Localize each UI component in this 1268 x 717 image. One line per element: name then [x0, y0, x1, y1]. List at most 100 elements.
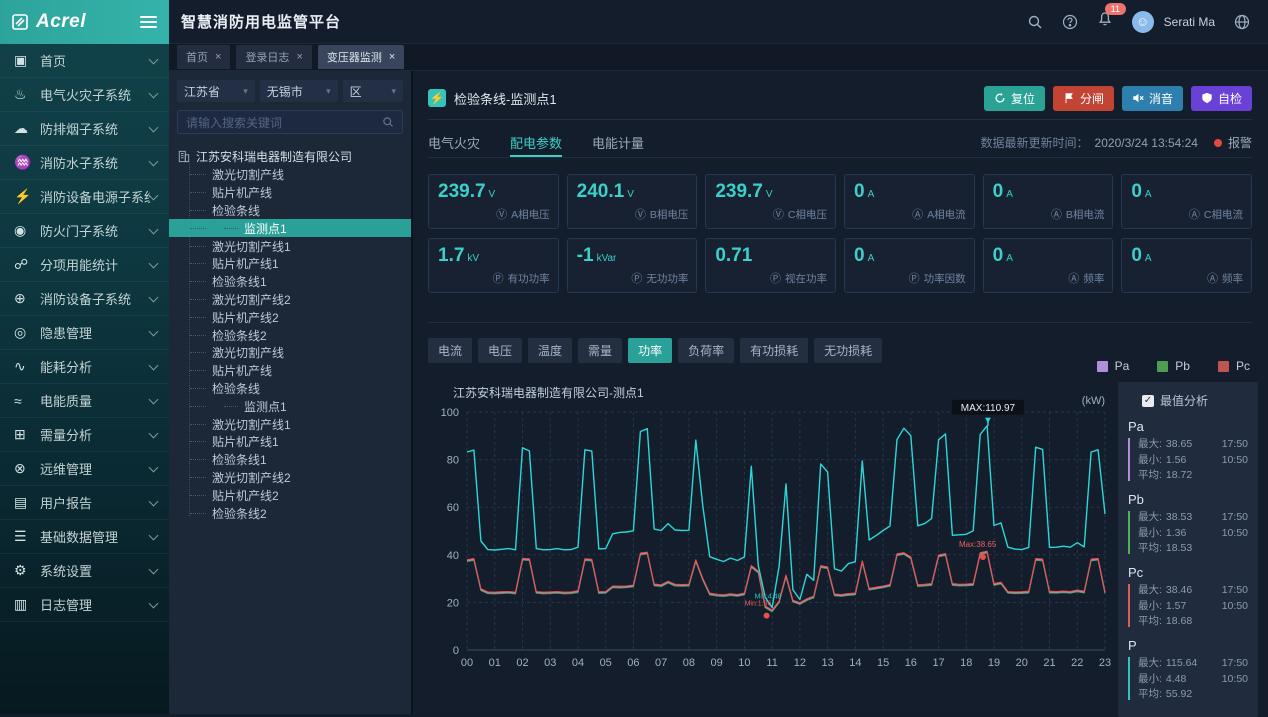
province-select[interactable]: 江苏省▾	[177, 80, 255, 102]
param-tab[interactable]: 电能计量	[592, 128, 644, 157]
device-tree-panel: 江苏省▾ 无锡市▾ 区▾ 请输入搜索关键词 江苏安科瑞电器制造有限公司 激光切割…	[169, 71, 413, 714]
chart-tab[interactable]: 温度	[528, 338, 572, 363]
tree-node[interactable]: 激光切割产线	[169, 344, 411, 362]
trip-button[interactable]: 分闸	[1053, 86, 1114, 111]
param-tab[interactable]: 电气火灾	[428, 128, 480, 157]
fire-door-icon: ◉	[14, 222, 40, 239]
svg-text:12: 12	[794, 657, 806, 669]
extremes-checkbox[interactable]: ✓ 最值分析	[1142, 392, 1248, 409]
menu-toggle-icon[interactable]	[140, 16, 157, 28]
chevron-down-icon	[149, 122, 159, 132]
tree-node[interactable]: 检验条线2	[169, 504, 411, 522]
user-name[interactable]: Serati Ma	[1164, 15, 1215, 29]
stat-group: Pa 最大:38.6517:50最小:1.5610:50平均:18.72	[1128, 419, 1248, 481]
reset-button[interactable]: 复位	[984, 86, 1045, 111]
metric-card: 0A Ⓐ频率	[1121, 238, 1252, 293]
help-icon[interactable]	[1062, 14, 1078, 30]
legend-item[interactable]: Pb	[1157, 359, 1190, 373]
sidebar-item-15[interactable]: ☰ 基础数据管理	[0, 520, 169, 554]
tree-node[interactable]: 激光切割产线	[169, 166, 411, 184]
tree-search-input[interactable]: 请输入搜索关键词	[177, 110, 403, 134]
content-tab[interactable]: 登录日志 ×	[236, 45, 311, 69]
tree-node[interactable]: 贴片机产线1	[169, 433, 411, 451]
tree-node[interactable]: 贴片机产线2	[169, 308, 411, 326]
hazard-icon: ◎	[14, 324, 40, 341]
content-tab[interactable]: 首页 ×	[177, 45, 230, 69]
search-icon[interactable]	[1027, 14, 1043, 30]
tree-node[interactable]: 检验条线1	[169, 273, 411, 291]
mute-button[interactable]: 消音	[1122, 86, 1183, 111]
legend-item[interactable]: Pa	[1097, 359, 1130, 373]
tree-node[interactable]: 检验条线	[169, 380, 411, 398]
sidebar-item-12[interactable]: ⊞ 需量分析	[0, 418, 169, 452]
chart-tab[interactable]: 有功损耗	[740, 338, 808, 363]
close-icon[interactable]: ×	[215, 51, 221, 63]
chart-tab[interactable]: 电压	[478, 338, 522, 363]
close-icon[interactable]: ×	[389, 51, 395, 63]
sidebar-item-10[interactable]: ∿ 能耗分析	[0, 350, 169, 384]
sidebar-item-17[interactable]: ▥ 日志管理	[0, 588, 169, 622]
self-check-button[interactable]: 自检	[1191, 86, 1252, 111]
tree-node[interactable]: 激光切割产线2	[169, 469, 411, 487]
sidebar-item-8[interactable]: ⊕ 消防设备子系统	[0, 282, 169, 316]
tree-node[interactable]: 贴片机产线1	[169, 255, 411, 273]
device-tree: 江苏安科瑞电器制造有限公司 激光切割产线贴片机产线检验条线监测点1激光切割产线1…	[169, 147, 411, 522]
close-icon[interactable]: ×	[296, 51, 302, 63]
svg-text:23: 23	[1099, 657, 1111, 669]
param-tab[interactable]: 配电参数	[510, 128, 562, 157]
svg-text:06: 06	[627, 657, 639, 669]
tree-node[interactable]: 贴片机产线	[169, 184, 411, 202]
sidebar-item-9[interactable]: ◎ 隐患管理	[0, 316, 169, 350]
tree-node[interactable]: 激光切割产线1	[169, 237, 411, 255]
tree-node[interactable]: 贴片机产线2	[169, 486, 411, 504]
sidebar-item-13[interactable]: ⊗ 远维管理	[0, 452, 169, 486]
search-icon[interactable]	[382, 116, 394, 128]
sidebar-item-16[interactable]: ⚙ 系统设置	[0, 554, 169, 588]
acrel-logo-icon	[10, 12, 30, 32]
sidebar-item-5[interactable]: ⚡ 消防设备电源子系统	[0, 180, 169, 214]
unit-circle-icon: Ⓐ	[1068, 273, 1079, 285]
settings-icon: ⚙	[14, 562, 40, 579]
tree-node[interactable]: 检验条线1	[169, 451, 411, 469]
unit-circle-icon: Ⓟ	[493, 273, 504, 285]
tree-node[interactable]: 检验条线2	[169, 326, 411, 344]
shield-icon	[1201, 92, 1213, 104]
chart-tab[interactable]: 无功损耗	[814, 338, 882, 363]
sidebar-item-2[interactable]: ♨ 电气火灾子系统	[0, 78, 169, 112]
sidebar-item-11[interactable]: ≈ 电能质量	[0, 384, 169, 418]
district-select[interactable]: 区▾	[343, 80, 403, 102]
fire-water-icon: ♒	[14, 154, 40, 171]
chart-tab[interactable]: 电流	[428, 338, 472, 363]
notifications[interactable]: 11	[1097, 11, 1113, 32]
svg-text:00: 00	[461, 657, 473, 669]
sidebar-item-3[interactable]: ☁ 防排烟子系统	[0, 112, 169, 146]
tree-node[interactable]: 监测点1	[169, 219, 411, 237]
tree-node[interactable]: 监测点1	[169, 397, 411, 415]
legend-item[interactable]: Pc	[1218, 359, 1250, 373]
caret-down-icon: ▾	[243, 86, 248, 97]
tree-node[interactable]: 检验条线	[169, 202, 411, 220]
avatar[interactable]: ☺	[1132, 11, 1154, 33]
language-globe-icon[interactable]	[1234, 14, 1250, 30]
tree-node[interactable]: 贴片机产线	[169, 362, 411, 380]
logo-bar: Acrel	[0, 0, 169, 44]
sidebar-item-7[interactable]: ☍ 分项用能统计	[0, 248, 169, 282]
sidebar-item-1[interactable]: ▣ 首页	[0, 44, 169, 78]
sidebar-item-14[interactable]: ▤ 用户报告	[0, 486, 169, 520]
tree-node[interactable]: 激光切割产线1	[169, 415, 411, 433]
content-tab[interactable]: 变压器监测 ×	[318, 45, 404, 69]
sidebar-item-6[interactable]: ◉ 防火门子系统	[0, 214, 169, 248]
chart-tab[interactable]: 功率	[628, 338, 672, 363]
power-line-chart[interactable]: 0001020304050607080910111213141516171819…	[433, 394, 1113, 684]
svg-text:03: 03	[544, 657, 556, 669]
city-select[interactable]: 无锡市▾	[260, 80, 338, 102]
sidebar-item-4[interactable]: ♒ 消防水子系统	[0, 146, 169, 180]
unit-circle-icon: Ⓟ	[631, 273, 642, 285]
tree-company-node[interactable]: 江苏安科瑞电器制造有限公司	[169, 147, 411, 165]
chart-tab[interactable]: 需量	[578, 338, 622, 363]
energy-stats-icon: ☍	[14, 256, 40, 273]
tree-node[interactable]: 激光切割产线2	[169, 291, 411, 309]
demand-analysis-icon: ⊞	[14, 426, 40, 443]
metric-card: 0A ⒶA相电流	[844, 174, 975, 229]
chart-tab[interactable]: 负荷率	[678, 338, 734, 363]
